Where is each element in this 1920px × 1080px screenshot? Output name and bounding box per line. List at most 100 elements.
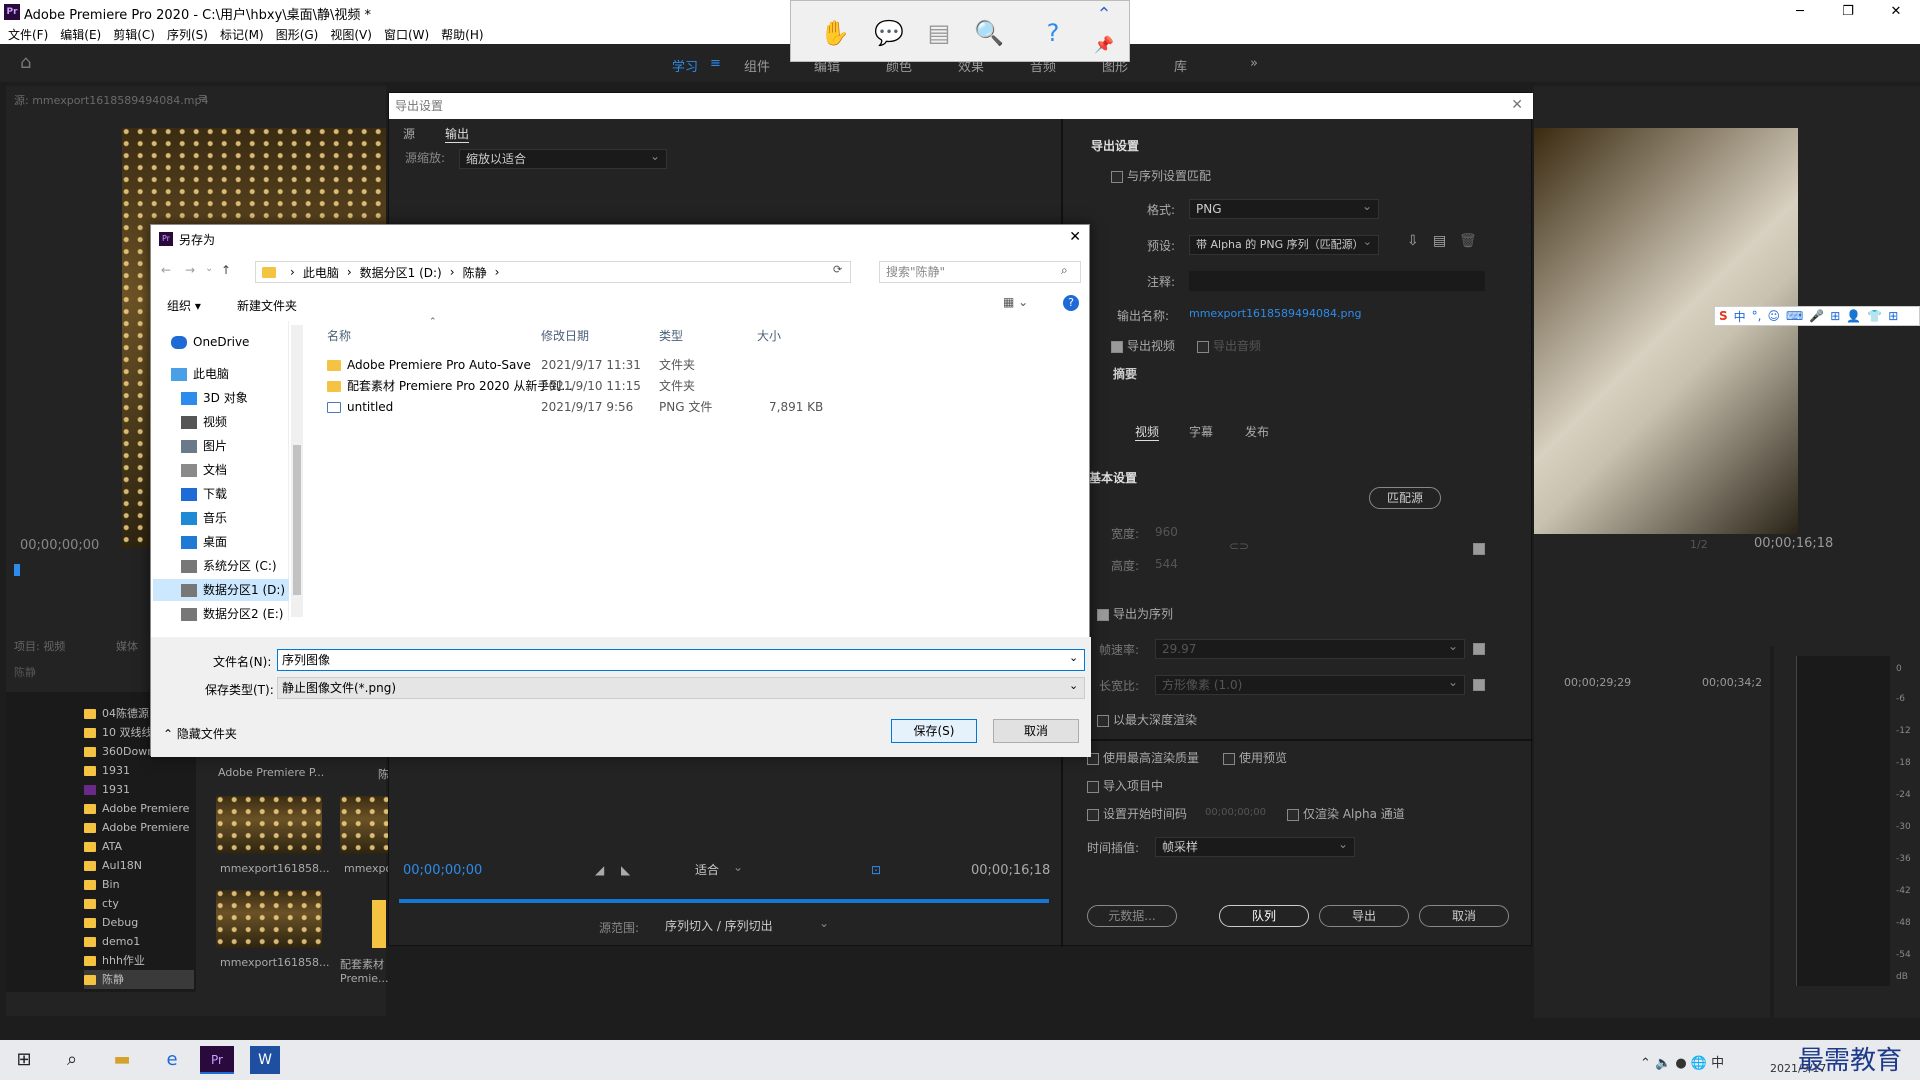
tree-item[interactable]: AuI18N	[84, 856, 142, 875]
nav-documents[interactable]: 文档	[181, 459, 227, 481]
tree-item[interactable]: Adobe Premiere Pr	[84, 818, 196, 853]
section-export-settings[interactable]: 导出设置	[1091, 137, 1139, 154]
document-icon[interactable]: ▤	[921, 15, 957, 51]
aspect-select[interactable]: 方形像素 (1.0)	[1155, 673, 1465, 695]
export-video-checkbox[interactable]: 导出视频	[1111, 337, 1175, 354]
new-folder-button[interactable]: 新建文件夹	[237, 297, 297, 314]
workspace-assembly[interactable]: 组件	[744, 56, 770, 75]
address-bar[interactable]: › 此电脑 › 数据分区1 (D:) › 陈静 ›	[255, 261, 851, 283]
home-icon[interactable]: ⌂	[20, 52, 31, 73]
alpha-only-checkbox[interactable]: 仅渲染 Alpha 通道	[1287, 805, 1405, 822]
fps-select[interactable]: 29.97	[1155, 637, 1465, 659]
user-icon[interactable]: 👤	[1846, 309, 1861, 323]
recent-dropdown-icon[interactable]: ⌄	[205, 263, 213, 274]
view-options-icon[interactable]: ▦ ⌄	[1003, 295, 1028, 309]
nav-drive-d[interactable]: 数据分区1 (D:)	[153, 579, 289, 601]
workspace-libraries[interactable]: 库	[1174, 56, 1187, 75]
filename-input[interactable]: 序列图像	[277, 649, 1085, 671]
skin-icon[interactable]: 👕	[1867, 309, 1882, 323]
emoji-icon[interactable]: ☺	[1768, 309, 1781, 323]
nav-desktop[interactable]: 桌面	[181, 531, 227, 553]
cancel-button[interactable]: 取消	[1419, 905, 1509, 927]
tree-item[interactable]: 360Downl	[84, 742, 157, 761]
program-timecode[interactable]: 00;00;16;18	[1754, 536, 1833, 551]
mark-out-icon[interactable]: ◣	[621, 863, 630, 877]
use-preview-checkbox[interactable]: 使用预览	[1223, 749, 1287, 766]
export-audio-checkbox[interactable]: 导出音频	[1197, 337, 1261, 354]
menu-help[interactable]: 帮助(H)	[441, 26, 483, 43]
column-size[interactable]: 大小	[757, 327, 781, 344]
breadcrumb-folder[interactable]: 陈静	[463, 264, 487, 281]
tab-output[interactable]: 输出	[445, 125, 470, 143]
tab-video[interactable]: 视频	[1135, 423, 1160, 441]
range-bar[interactable]	[399, 899, 1049, 903]
premiere-taskbar-icon[interactable]: Pr	[200, 1046, 234, 1074]
grid-icon[interactable]: ⊞	[1888, 309, 1898, 323]
nav-downloads[interactable]: 下载	[181, 483, 227, 505]
windows-start-icon[interactable]: ⊞	[4, 1044, 44, 1076]
nav-videos[interactable]: 视频	[181, 411, 227, 433]
comment-input[interactable]	[1189, 271, 1485, 291]
nav-scrollbar[interactable]	[291, 325, 303, 617]
export-sequence-checkbox[interactable]: 导出为序列	[1097, 605, 1173, 622]
link-icon[interactable]: ⊂⊃	[1229, 539, 1249, 553]
format-select[interactable]: PNG	[1189, 197, 1379, 219]
output-name-link[interactable]: mmexport1618589494084.png	[1189, 307, 1361, 320]
column-name[interactable]: 名称	[327, 327, 351, 344]
close-window-button[interactable]: ✕	[1876, 2, 1916, 22]
file-row[interactable]: 配套素材 Premiere Pro 2020 从新手到... 2021/9/10…	[327, 376, 927, 396]
search-icon[interactable]: ⌕	[52, 1044, 92, 1076]
aspect-checkbox[interactable]	[1473, 677, 1489, 691]
bin-label[interactable]: Adobe Premiere P...	[218, 766, 324, 779]
file-row[interactable]: untitled 2021/9/17 9:56 PNG 文件 7,891 KB	[327, 397, 927, 417]
preset-select[interactable]: 带 Alpha 的 PNG 序列（匹配源）	[1189, 233, 1379, 255]
hide-folders-toggle[interactable]: ⌃ 隐藏文件夹	[163, 725, 237, 742]
width-checkbox[interactable]	[1473, 541, 1489, 555]
workspace-learn[interactable]: 学习	[672, 56, 698, 75]
queue-button[interactable]: 队列	[1219, 905, 1309, 927]
help-icon[interactable]: ?	[1063, 295, 1079, 311]
save-button[interactable]: 保存(S)	[891, 719, 977, 743]
source-tab[interactable]: 源: mmexport1618589494084.mp4	[14, 92, 208, 108]
tree-item-selected[interactable]: 陈静	[84, 970, 194, 989]
file-explorer-icon[interactable]: ▬	[102, 1044, 142, 1076]
ime-chinese-toggle[interactable]: 中	[1734, 308, 1746, 325]
tab-source[interactable]: 源	[403, 125, 415, 142]
tab-publish[interactable]: 发布	[1245, 423, 1269, 440]
in-timecode[interactable]: 00;00;00;00	[403, 863, 482, 878]
hand-icon[interactable]: ✋	[817, 15, 853, 51]
close-icon[interactable]: ✕	[1511, 97, 1523, 113]
ime-punctuation[interactable]: °,	[1752, 309, 1762, 323]
toolbox-icon[interactable]: ⊞	[1830, 309, 1840, 323]
project-tab[interactable]: 项目: 视频	[14, 638, 65, 654]
width-value[interactable]: 960	[1155, 525, 1178, 539]
pin-icon[interactable]: 📌	[1089, 31, 1119, 59]
edge-icon[interactable]: e	[152, 1044, 192, 1076]
microphone-icon[interactable]: 🎤	[1809, 309, 1824, 323]
tree-item[interactable]: Debug	[84, 913, 138, 932]
system-tray-icons[interactable]: ⌃ 🔈 ● 🌐 中	[1640, 1052, 1724, 1071]
menu-window[interactable]: 窗口(W)	[384, 26, 429, 43]
maximize-button[interactable]: ❐	[1828, 2, 1868, 22]
menu-edit[interactable]: 编辑(E)	[60, 26, 101, 43]
menu-file[interactable]: 文件(F)	[8, 26, 48, 43]
tree-item[interactable]: Adobe Premiere Pr	[84, 799, 196, 834]
basic-settings-section[interactable]: 基本设置	[1089, 469, 1137, 486]
tree-item[interactable]: 10 双线线	[84, 723, 153, 742]
nav-drive-e[interactable]: 数据分区2 (E:)	[181, 603, 283, 625]
nav-onedrive[interactable]: OneDrive	[171, 331, 249, 353]
minimize-button[interactable]: ─	[1780, 2, 1820, 22]
close-icon[interactable]: ✕	[1069, 229, 1081, 245]
summary-section[interactable]: 摘要	[1113, 365, 1137, 382]
clip-thumbnail[interactable]	[216, 796, 322, 854]
zoom-select[interactable]: 适合	[689, 858, 749, 881]
match-sequence-checkbox[interactable]: 与序列设置匹配	[1111, 167, 1211, 184]
panel-menu-icon[interactable]: ≡	[198, 91, 207, 104]
export-button[interactable]: 导出	[1319, 905, 1409, 927]
file-row[interactable]: Adobe Premiere Pro Auto-Save 2021/9/17 1…	[327, 355, 927, 375]
tree-item[interactable]: 1931	[84, 780, 130, 799]
scrollbar-thumb[interactable]	[293, 445, 301, 595]
import-preset-icon[interactable]: ▤	[1433, 233, 1446, 249]
nav-pictures[interactable]: 图片	[181, 435, 227, 457]
nav-drive-c[interactable]: 系统分区 (C:)	[181, 555, 277, 577]
